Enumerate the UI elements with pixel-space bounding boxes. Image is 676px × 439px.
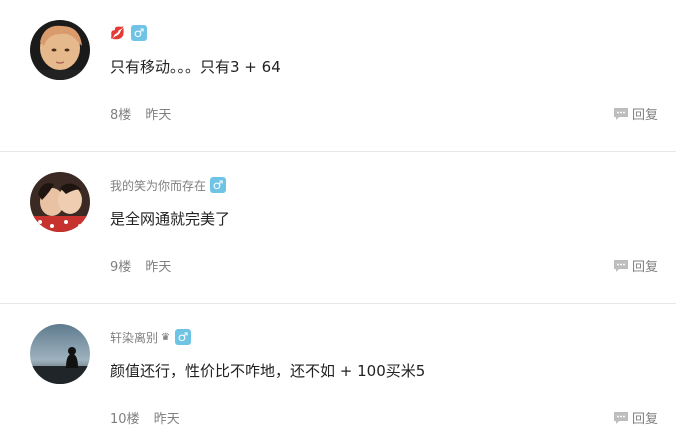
reply-label: 回复	[631, 412, 658, 427]
username[interactable]: 我的笑为你而存在	[110, 177, 206, 194]
comment-item: 轩染离别 ♛ ♂ 颜值还行，性价比不咋地，还不如 + 100买米5 10楼 昨天…	[0, 304, 676, 439]
username-row: 💋 ♂	[110, 24, 147, 42]
floor-number: 8楼	[110, 108, 132, 123]
comment-content: 只有移动。。。只有3 + 64	[110, 58, 281, 76]
comment-bubble-icon	[613, 259, 628, 272]
lips-icon: 💋	[110, 26, 125, 40]
reply-button[interactable]: 回复	[613, 256, 658, 275]
comment-meta: 10楼 昨天	[110, 408, 180, 427]
comment-list: 💋 ♂ 只有移动。。。只有3 + 64 8楼 昨天 回复 我的笑为你而存在 ♂ …	[0, 0, 676, 439]
male-icon: ♂	[174, 329, 191, 345]
username-row: 轩染离别 ♛ ♂	[110, 328, 191, 346]
comment-content: 是全网通就完美了	[110, 210, 231, 228]
avatar[interactable]	[30, 20, 90, 80]
reply-label: 回复	[631, 260, 658, 275]
comment-meta: 8楼 昨天	[110, 104, 171, 123]
floor-number: 9楼	[110, 260, 132, 275]
male-icon: ♂	[210, 177, 227, 193]
timestamp: 昨天	[153, 412, 180, 427]
comment-bubble-icon	[613, 107, 628, 120]
avatar[interactable]	[30, 324, 90, 384]
timestamp: 昨天	[145, 108, 172, 123]
reply-button[interactable]: 回复	[613, 104, 658, 123]
timestamp: 昨天	[145, 260, 172, 275]
comment-bubble-icon	[613, 411, 628, 424]
reply-button[interactable]: 回复	[613, 408, 658, 427]
comment-content: 颜值还行，性价比不咋地，还不如 + 100买米5	[110, 362, 426, 380]
crown-icon: ♛	[161, 331, 170, 343]
username-row: 我的笑为你而存在 ♂	[110, 176, 227, 194]
username[interactable]: 轩染离别	[110, 329, 158, 346]
floor-number: 10楼	[110, 412, 140, 427]
comment-meta: 9楼 昨天	[110, 256, 171, 275]
male-icon: ♂	[130, 25, 147, 41]
reply-label: 回复	[631, 108, 658, 123]
comment-item: 我的笑为你而存在 ♂ 是全网通就完美了 9楼 昨天 回复	[0, 152, 676, 304]
avatar[interactable]	[30, 172, 90, 232]
comment-item: 💋 ♂ 只有移动。。。只有3 + 64 8楼 昨天 回复	[0, 0, 676, 152]
